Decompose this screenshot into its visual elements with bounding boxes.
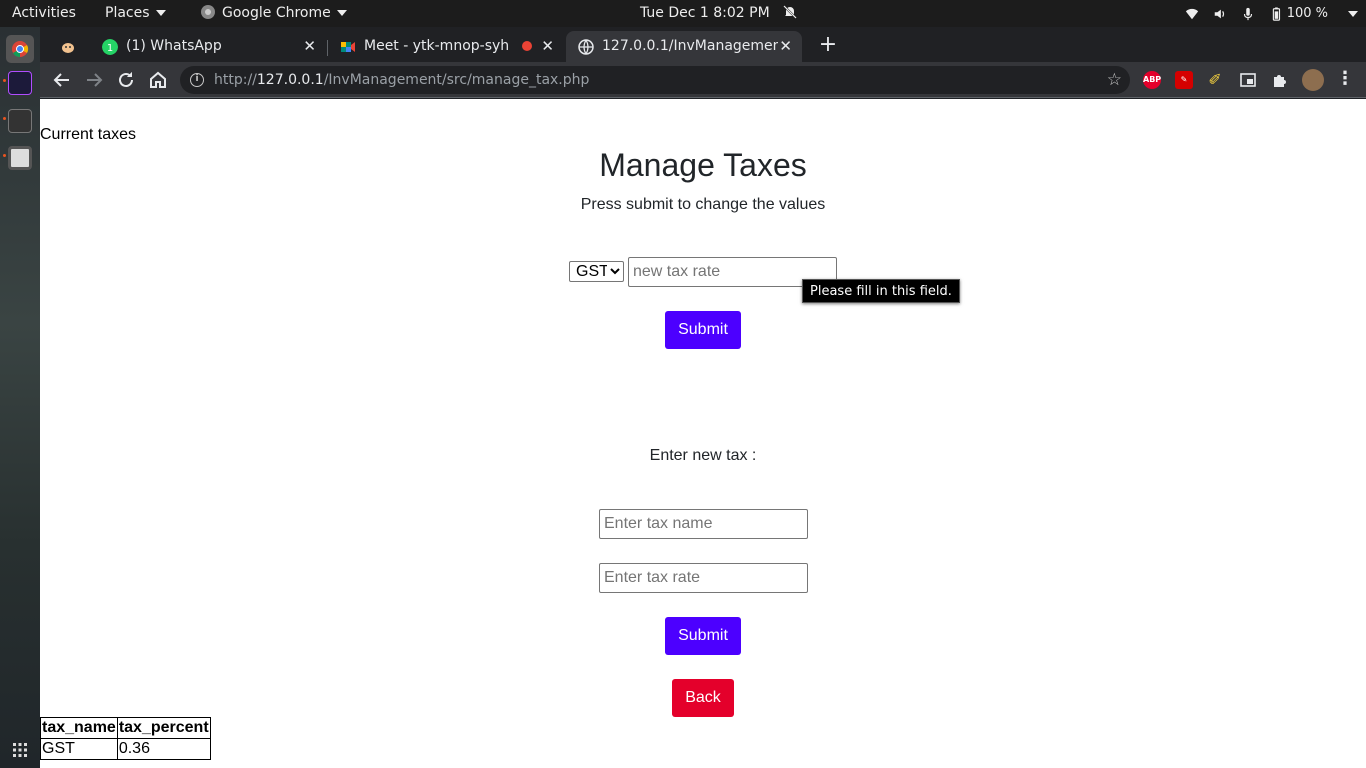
url-text: http://127.0.0.1/InvManagement/src/manag…: [214, 66, 589, 94]
back-arrow-icon[interactable]: [50, 68, 74, 92]
svg-text:1: 1: [107, 43, 113, 54]
files-dock-icon[interactable]: [8, 146, 32, 170]
page-content: Current taxes Manage Taxes Press submit …: [40, 99, 1366, 768]
pinned-tab-icon: [62, 43, 74, 53]
tab-pinned[interactable]: [46, 31, 90, 62]
chrome-icon: [12, 41, 29, 58]
tax-name-input[interactable]: [599, 509, 808, 539]
tab-inv-management[interactable]: 127.0.0.1/InvManagement ✕: [566, 31, 802, 62]
add-tax-submit-button[interactable]: Submit: [665, 617, 741, 655]
validation-tooltip: Please fill in this field.: [802, 279, 960, 303]
clock-label: Tue Dec 1 8:02 PM: [640, 5, 770, 21]
update-submit-button[interactable]: Submit: [665, 311, 741, 349]
recording-icon: [522, 41, 532, 51]
page-subtitle: Press submit to change the values: [580, 196, 826, 213]
tab-title: Meet - ytk-mnop-syh: [364, 38, 510, 54]
close-icon[interactable]: ✕: [541, 31, 554, 62]
kebab-menu-icon[interactable]: ⋮: [1336, 70, 1354, 89]
battery-icon: [1272, 6, 1280, 21]
clock[interactable]: Tue Dec 1 8:02 PM: [640, 0, 798, 27]
running-indicator: [3, 117, 6, 120]
new-tax-heading: Enter new tax :: [649, 447, 757, 464]
system-tray[interactable]: 100 %: [1185, 0, 1358, 27]
tab-title: 127.0.0.1/InvManagement: [602, 38, 778, 54]
battery-percent: 100 %: [1286, 6, 1328, 21]
pen-extension-icon[interactable]: ✎: [1175, 71, 1193, 89]
tab-whatsapp[interactable]: 1 (1) WhatsApp ✕: [90, 31, 326, 62]
tax-rate-input[interactable]: [599, 563, 808, 593]
notifications-off-icon: [783, 5, 797, 19]
running-indicator: [3, 154, 6, 157]
activities-button[interactable]: Activities: [12, 0, 76, 27]
chevron-down-icon: [1348, 10, 1358, 17]
places-menu[interactable]: Places: [105, 0, 166, 27]
volume-icon: [1214, 9, 1224, 18]
system-top-bar: Activities Places Google Chrome Tue Dec …: [0, 0, 1366, 27]
url-host: 127.0.0.1: [256, 72, 324, 88]
table-cell: GST: [40, 738, 118, 760]
close-icon[interactable]: ✕: [303, 31, 316, 62]
bookmark-star-icon[interactable]: ☆: [1107, 66, 1122, 94]
address-bar[interactable]: i http://127.0.0.1/InvManagement/src/man…: [180, 66, 1130, 94]
new-tab-button[interactable]: +: [814, 31, 842, 59]
profile-avatar[interactable]: [1302, 69, 1324, 91]
app-menu[interactable]: Google Chrome: [200, 0, 347, 27]
microphone-icon: [1243, 7, 1252, 20]
table-row: GST 0.36: [40, 738, 211, 760]
column-header: tax_name: [40, 717, 118, 739]
globe-icon: [578, 39, 594, 55]
show-apps-icon[interactable]: [13, 743, 27, 757]
forward-arrow-icon[interactable]: [82, 68, 106, 92]
url-path: /InvManagement/src/manage_tax.php: [323, 72, 590, 88]
current-taxes-table: tax_name tax_percent GST 0.36: [40, 717, 211, 760]
wifi-icon: [1185, 8, 1198, 19]
adblock-plus-icon[interactable]: ABP: [1143, 71, 1161, 89]
window-extension-icon[interactable]: [1239, 71, 1257, 89]
tax-select[interactable]: GST: [569, 261, 624, 282]
tab-title: (1) WhatsApp: [126, 38, 222, 54]
places-label: Places: [105, 5, 150, 21]
tab-meet[interactable]: Meet - ytk-mnop-syh ✕: [328, 31, 564, 62]
google-meet-icon: [341, 42, 355, 52]
url-scheme: http://: [214, 72, 257, 88]
column-header: tax_percent: [116, 717, 211, 739]
browser-toolbar: i http://127.0.0.1/InvManagement/src/man…: [40, 62, 1366, 98]
chrome-dock-icon[interactable]: [6, 35, 34, 63]
extensions-puzzle-icon[interactable]: [1271, 71, 1289, 89]
whatsapp-icon: 1: [102, 39, 118, 55]
chevron-down-icon: [336, 10, 347, 16]
chevron-down-icon: [155, 10, 166, 16]
adblock-label: ABP: [1143, 75, 1162, 84]
page-title: Manage Taxes: [599, 147, 807, 183]
table-cell: 0.36: [116, 738, 211, 760]
running-indicator: [3, 79, 6, 82]
current-taxes-label: Current taxes: [40, 126, 137, 143]
app-menu-label: Google Chrome: [222, 5, 331, 21]
table-header-row: tax_name tax_percent: [40, 717, 211, 739]
tab-strip: 1 (1) WhatsApp ✕ Meet - ytk-mnop-syh ✕ 1…: [40, 27, 1366, 62]
terminal-dock-icon[interactable]: [8, 109, 32, 133]
close-icon[interactable]: ✕: [779, 31, 792, 62]
dock: [0, 27, 40, 768]
chrome-icon: [201, 5, 215, 19]
back-button[interactable]: Back: [672, 679, 734, 717]
phpstorm-dock-icon[interactable]: [8, 71, 32, 95]
highlighter-extension-icon[interactable]: ✐: [1206, 71, 1224, 89]
reload-icon[interactable]: [114, 68, 138, 92]
site-info-icon[interactable]: i: [190, 73, 204, 87]
home-icon[interactable]: [146, 68, 170, 92]
